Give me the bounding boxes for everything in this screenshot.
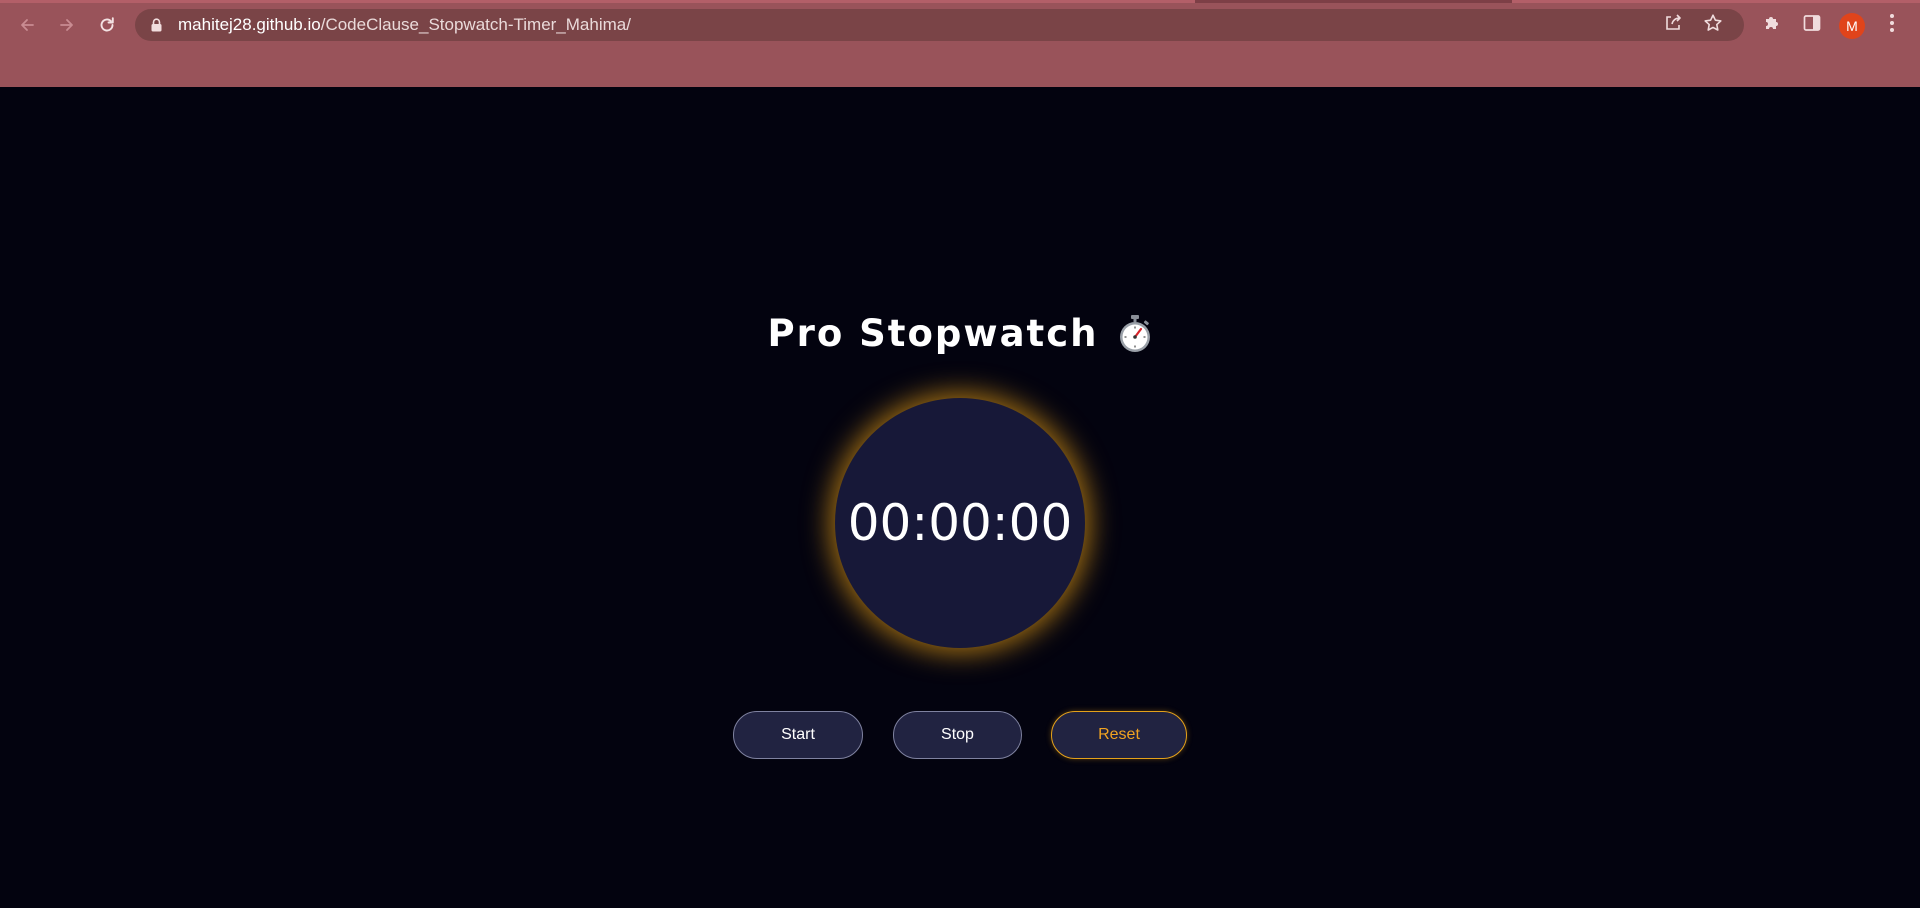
side-panel-button[interactable]: [1799, 12, 1825, 38]
browser-toolbar: mahitej28.github.io/CodeClause_Stopwatch…: [0, 3, 1920, 45]
stopwatch-dial: 00:00:00: [835, 398, 1085, 648]
side-panel-icon: [1803, 14, 1821, 37]
share-button[interactable]: [1661, 13, 1685, 37]
start-button[interactable]: Start: [733, 711, 863, 759]
reload-button[interactable]: [91, 9, 123, 41]
browser-chrome: mahitej28.github.io/CodeClause_Stopwatch…: [0, 0, 1920, 87]
stop-button[interactable]: Stop: [893, 711, 1022, 759]
bookmark-button[interactable]: [1701, 13, 1725, 37]
stopwatch-icon: [1117, 314, 1153, 354]
arrow-right-icon: [58, 16, 76, 34]
browser-menu-button[interactable]: [1879, 12, 1905, 38]
page-title: Pro Stopwatch: [767, 312, 1099, 355]
forward-button[interactable]: [51, 9, 83, 41]
url-path: /CodeClause_Stopwatch-Timer_Mahima/: [320, 15, 631, 34]
stopwatch-page: Pro Stopwatch 00:00:00 Start Stop Reset: [0, 87, 1920, 908]
address-bar[interactable]: mahitej28.github.io/CodeClause_Stopwatch…: [135, 9, 1744, 41]
puzzle-icon: [1762, 13, 1782, 38]
title-row: Pro Stopwatch: [0, 309, 1920, 359]
url-host: mahitej28.github.io: [178, 15, 321, 34]
share-icon: [1663, 13, 1683, 38]
url-text[interactable]: mahitej28.github.io/CodeClause_Stopwatch…: [178, 9, 631, 41]
kebab-menu-icon: [1889, 13, 1895, 38]
arrow-left-icon: [18, 16, 36, 34]
reset-button[interactable]: Reset: [1051, 711, 1187, 759]
lock-icon: [151, 18, 162, 32]
time-display: 00:00:00: [847, 494, 1073, 552]
extensions-button[interactable]: [1759, 12, 1785, 38]
profile-avatar[interactable]: M: [1839, 13, 1865, 39]
reload-icon: [97, 15, 117, 35]
back-button[interactable]: [11, 9, 43, 41]
star-icon: [1703, 13, 1723, 38]
